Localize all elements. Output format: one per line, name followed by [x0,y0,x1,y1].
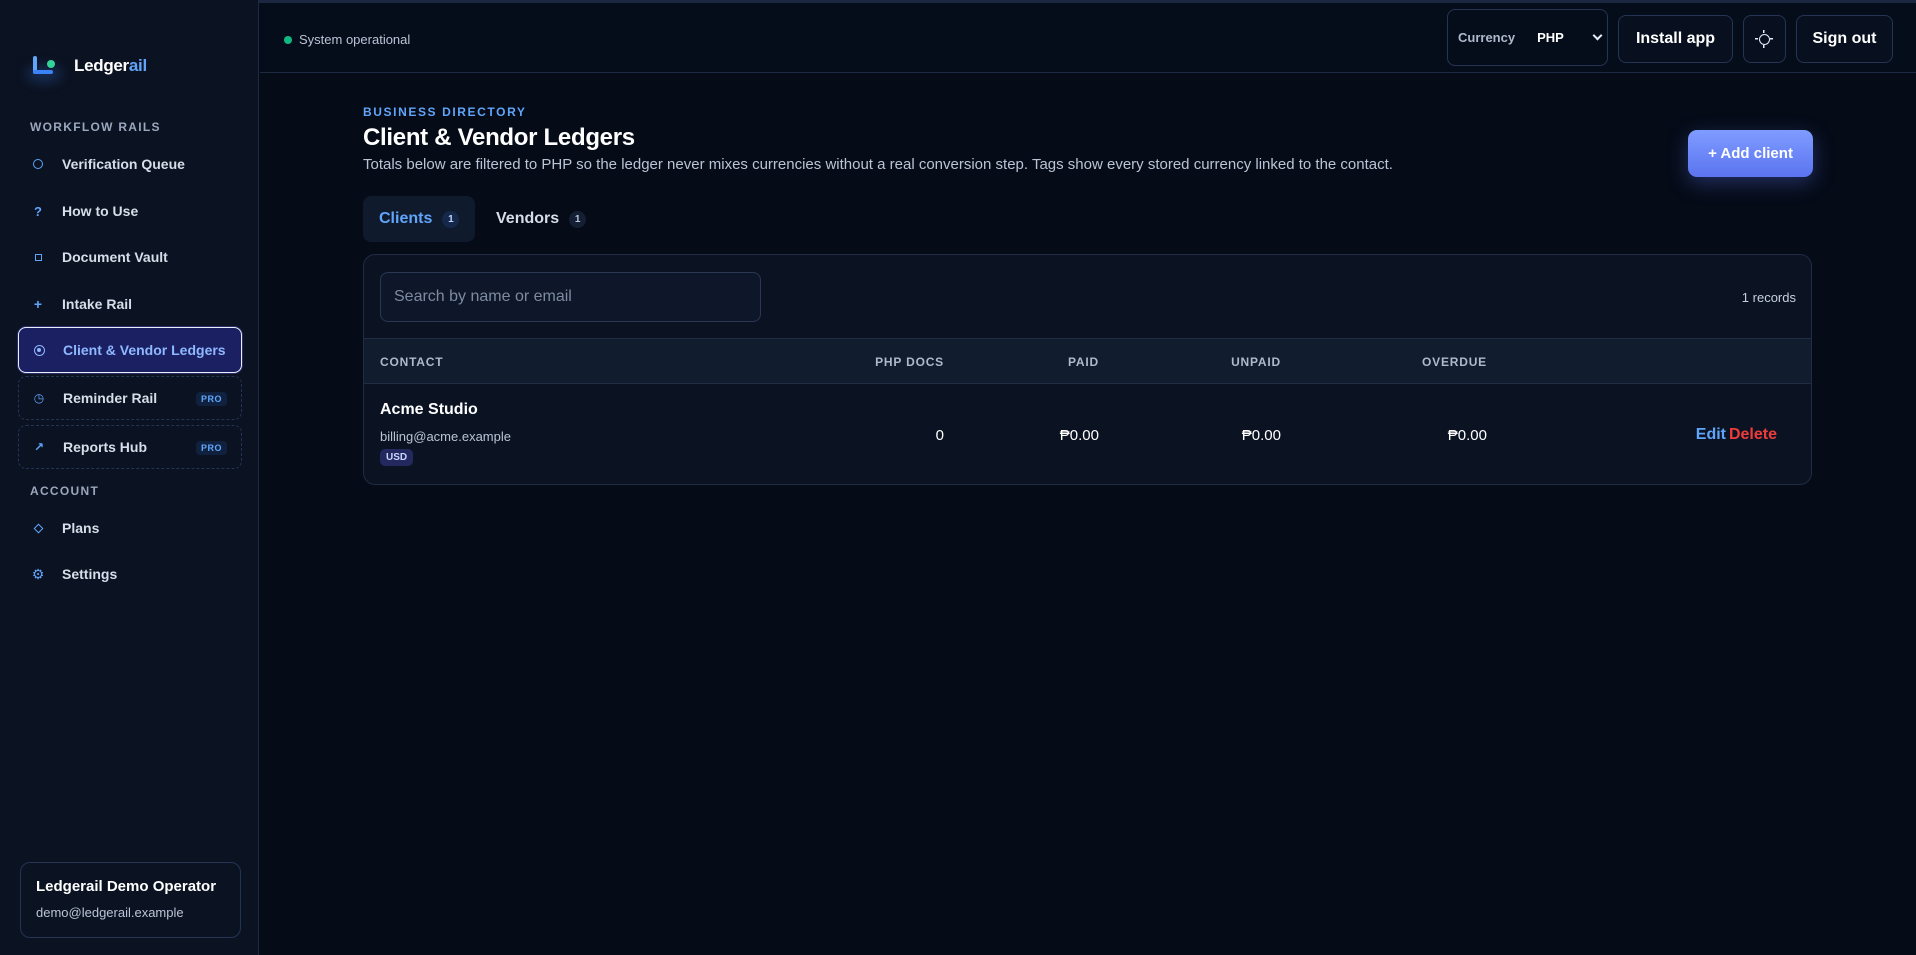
question-icon: ? [34,203,42,219]
sidebar-item-label: Plans [62,520,100,536]
pro-badge: PRO [195,392,227,406]
search-input[interactable] [380,272,761,322]
table-header: CONTACT PHP DOCS PAID UNPAID OVERDUE [364,338,1811,384]
sidebar-item-how-to-use[interactable]: ? How to Use [18,189,242,233]
square-icon [32,253,44,261]
sidebar-item-label: Document Vault [62,249,168,265]
tab-clients[interactable]: Clients 1 [363,196,476,242]
topbar: System operational Currency PHP Install … [260,3,1916,73]
operator-name: Ledgerail Demo Operator [36,878,217,895]
currency-value: PHP [1537,30,1564,45]
theme-toggle-button[interactable] [1743,15,1786,63]
page-eyebrow: BUSINESS DIRECTORY [363,105,527,119]
section-title-workflow-rails: WORKFLOW RAILS [30,120,161,134]
target-icon [33,344,45,356]
tab-label: Vendors [496,210,560,227]
php-docs-value: 0 [935,427,944,444]
table-row: Acme Studio billing@acme.example USD 0 ₱… [364,384,1811,484]
pro-badge: PRO [195,441,227,455]
tab-vendors[interactable]: Vendors 1 [480,196,602,242]
currency-selector[interactable]: Currency PHP [1447,9,1608,66]
status-text: System operational [299,32,411,47]
ledger-table-panel: 1 records CONTACT PHP DOCS PAID UNPAID O… [363,254,1812,485]
status-dot-icon [284,35,292,44]
install-app-button[interactable]: Install app [1618,15,1733,63]
currency-label: Currency [1458,30,1516,45]
operator-card[interactable]: Ledgerail Demo Operator demo@ledgerail.e… [20,862,241,938]
sidebar-item-settings[interactable]: ⚙ Settings [18,552,242,596]
tab-label: Clients [379,210,433,227]
contact-email: billing@acme.example [380,429,511,444]
chevron-down-icon [1592,30,1603,41]
brand-name: Ledgerail [74,56,147,75]
unpaid-value: ₱0.00 [1241,427,1281,444]
contact-name: Acme Studio [380,401,478,418]
sidebar-item-reminder-rail[interactable]: ◷ Reminder Rail PRO [18,376,242,420]
sidebar-item-label: Client & Vendor Ledgers [63,342,226,358]
sidebar-item-label: Intake Rail [62,296,133,312]
tab-count-badge: 1 [569,210,587,228]
operator-email: demo@ledgerail.example [36,905,184,920]
circle-icon [32,159,44,169]
sidebar: Ledgerail WORKFLOW RAILS Verification Qu… [0,0,259,955]
column-header-php-docs: PHP DOCS [875,355,944,369]
sidebar-item-label: Reports Hub [63,439,147,455]
sidebar-item-verification-queue[interactable]: Verification Queue [18,142,242,186]
edit-button[interactable]: Edit [1696,426,1726,444]
trend-arrow-icon: ↗ [33,440,45,454]
diamond-icon [32,523,44,533]
plus-icon: + [33,296,43,312]
sidebar-item-label: Verification Queue [62,156,185,172]
delete-button[interactable]: Delete [1729,426,1777,444]
column-header-contact: CONTACT [380,355,444,369]
tab-count-badge: 1 [442,210,460,228]
ledger-logo-icon [26,52,62,82]
column-header-paid: PAID [1068,355,1099,369]
paid-value: ₱0.00 [1059,427,1099,444]
records-count: 1 records [1741,290,1796,305]
gear-icon: ⚙ [31,565,45,582]
currency-tag: USD [380,449,414,466]
brand-logo[interactable]: Ledgerail [26,52,147,82]
add-client-button[interactable]: + Add client [1688,130,1813,177]
column-header-unpaid: UNPAID [1231,355,1281,369]
sidebar-item-document-vault[interactable]: Document Vault [18,235,242,279]
sun-icon [1755,29,1773,48]
page-title: Client & Vendor Ledgers [363,124,635,151]
column-header-overdue: OVERDUE [1422,355,1487,369]
system-status: System operational [284,32,410,47]
sidebar-item-intake-rail[interactable]: + Intake Rail [18,282,242,326]
sidebar-item-client-vendor-ledgers[interactable]: Client & Vendor Ledgers [18,327,242,373]
sidebar-item-plans[interactable]: Plans [18,506,242,550]
sidebar-item-label: Settings [62,566,118,582]
sign-out-button[interactable]: Sign out [1796,15,1893,63]
sidebar-item-reports-hub[interactable]: ↗ Reports Hub PRO [18,425,242,469]
section-title-account: ACCOUNT [30,484,100,498]
sidebar-item-label: Reminder Rail [63,390,158,406]
sidebar-item-label: How to Use [62,203,139,219]
currency-select[interactable]: PHP [1537,30,1603,45]
clock-icon: ◷ [33,391,45,405]
page-description: Totals below are filtered to PHP so the … [363,156,1393,173]
overdue-value: ₱0.00 [1447,427,1487,444]
